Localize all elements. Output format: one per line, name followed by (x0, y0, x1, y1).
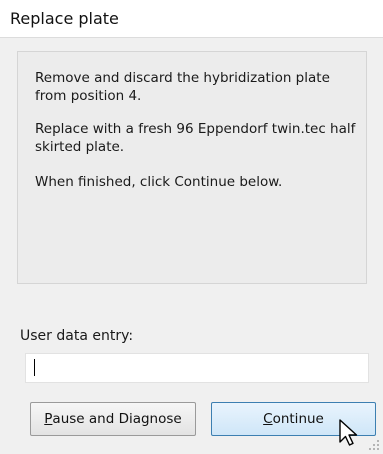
pause-button-mnemonic: P (44, 411, 53, 427)
user-data-entry-label: User data entry: (20, 328, 134, 344)
text-caret (34, 359, 35, 376)
resize-grip-icon[interactable] (366, 437, 380, 451)
instruction-remove: Remove and discard the hybridization pla… (35, 70, 330, 104)
dialog-title: Replace plate (10, 9, 119, 28)
title-bar: Replace plate (0, 0, 383, 38)
arrow-pointer-icon (339, 419, 358, 446)
dialog-body: Remove and discard the hybridization pla… (0, 38, 383, 454)
replace-plate-dialog: Replace plate Remove and discard the hyb… (0, 0, 383, 454)
continue-button-mnemonic: C (263, 411, 273, 427)
continue-button-label: ontinue (272, 411, 324, 427)
pause-button-label: ause and Diagnose (52, 411, 182, 427)
user-data-entry-input[interactable] (25, 353, 369, 383)
pause-and-diagnose-button[interactable]: Pause and Diagnose (30, 402, 196, 436)
instruction-replace: Replace with a fresh 96 Eppendorf twin.t… (35, 121, 356, 155)
instruction-panel: Remove and discard the hybridization pla… (17, 51, 367, 284)
instruction-continue: When finished, click Continue below. (35, 174, 283, 190)
